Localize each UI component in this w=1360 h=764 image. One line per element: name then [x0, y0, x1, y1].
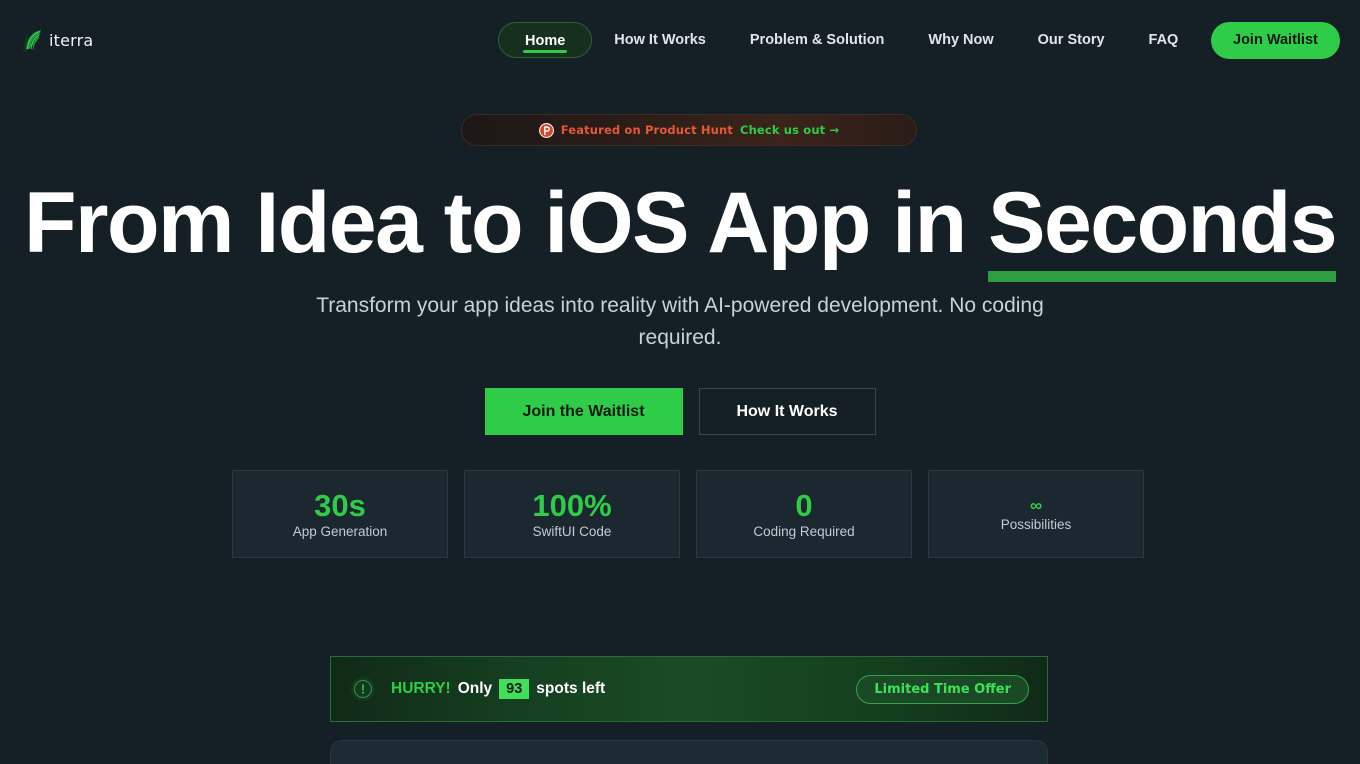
limited-time-offer-badge: Limited Time Offer: [856, 674, 1029, 704]
hero-headline-prefix: From Idea to iOS App in: [23, 175, 989, 271]
top-navigation-bar: iterra Home How It Works Problem & Solut…: [0, 0, 1360, 80]
nav-item-why-now[interactable]: Why Now: [906, 22, 1015, 58]
hero-headline-highlight: Seconds: [988, 175, 1338, 282]
product-hunt-banner[interactable]: Featured on Product Hunt Check us out →: [461, 114, 917, 146]
stat-label: SwiftUI Code: [532, 523, 612, 539]
stat-value: 0: [795, 487, 813, 523]
stat-card-possibilities: ∞ Possibilities: [928, 470, 1144, 558]
nav-item-problem-solution[interactable]: Problem & Solution: [728, 22, 907, 58]
stat-value: ∞: [1029, 495, 1043, 515]
nav-item-home[interactable]: Home: [498, 22, 593, 58]
urgency-text: HURRY! Only 93 spots left: [391, 679, 605, 699]
nav-item-how-it-works[interactable]: How It Works: [592, 22, 728, 58]
stat-value: 100%: [532, 487, 612, 523]
hero-cta-row: Join the Waitlist How It Works: [0, 388, 1360, 435]
nav-item-our-story[interactable]: Our Story: [1016, 22, 1127, 58]
stat-label: Possibilities: [1000, 516, 1072, 532]
product-hunt-link[interactable]: Check us out →: [740, 123, 839, 137]
join-waitlist-nav-button[interactable]: Join Waitlist: [1211, 22, 1340, 59]
urgency-only-label: Only: [457, 680, 493, 697]
hero-subheadline: Transform your app ideas into reality wi…: [316, 294, 1044, 349]
spots-left-count: 93: [499, 679, 530, 699]
next-section-card: [330, 740, 1048, 764]
leaf-fern-logo-icon: [22, 28, 44, 53]
hurry-word: HURRY!: [391, 680, 451, 697]
urgency-banner: HURRY! Only 93 spots left Limited Time O…: [330, 656, 1048, 722]
product-hunt-label: Featured on Product Hunt: [560, 123, 733, 137]
nav-links: Home How It Works Problem & Solution Why…: [498, 22, 1200, 58]
stat-label: App Generation: [292, 523, 388, 539]
stat-card-swiftui-code: 100% SwiftUI Code: [464, 470, 680, 558]
how-it-works-button[interactable]: How It Works: [698, 388, 876, 435]
stat-value: 30s: [314, 487, 366, 523]
stat-card-coding-required: 0 Coding Required: [696, 470, 912, 558]
stat-label: Coding Required: [753, 523, 855, 539]
brand-name: iterra: [49, 30, 94, 50]
brand-logo[interactable]: iterra: [22, 28, 94, 53]
stat-card-app-generation: 30s App Generation: [232, 470, 448, 558]
nav-item-faq[interactable]: FAQ: [1127, 22, 1201, 58]
product-hunt-icon: [538, 122, 554, 138]
alert-circle-icon: [349, 675, 377, 703]
stats-row: 30s App Generation 100% SwiftUI Code 0 C…: [232, 470, 1147, 558]
join-the-waitlist-button[interactable]: Join the Waitlist: [484, 388, 683, 435]
hero-headline: From Idea to iOS App in Seconds: [0, 175, 1360, 282]
urgency-suffix-label: spots left: [536, 680, 606, 697]
